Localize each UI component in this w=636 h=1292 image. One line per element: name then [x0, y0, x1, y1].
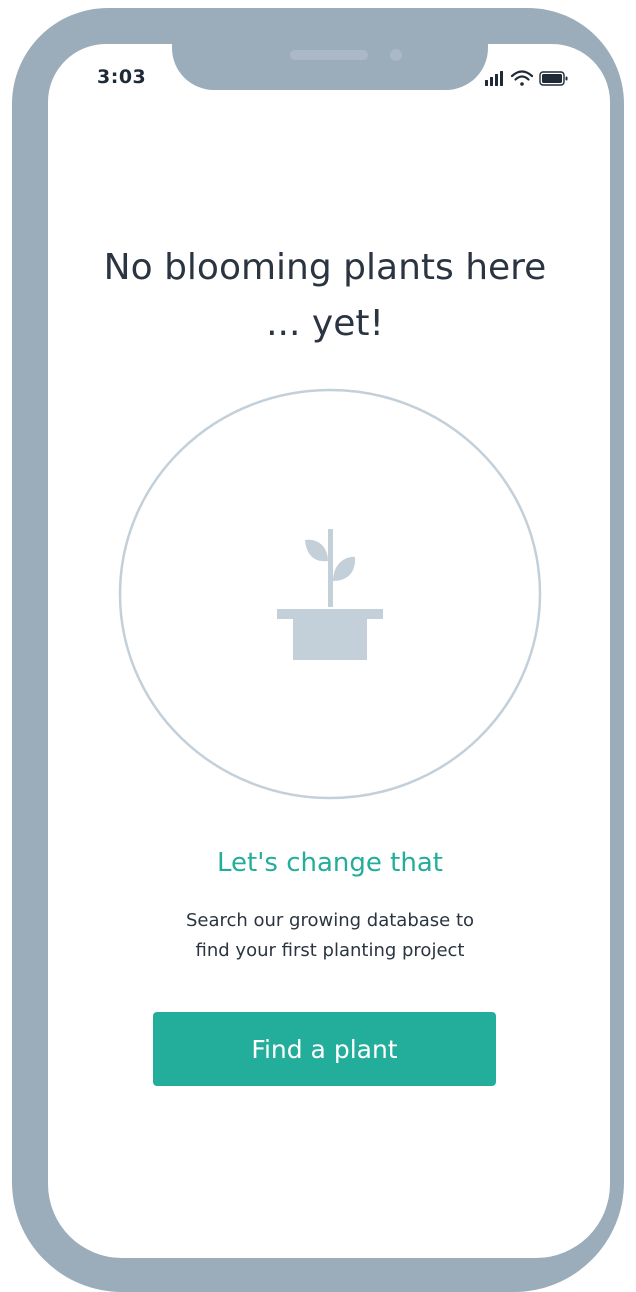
app-stage: 3:03 No blooming plants here ... yet! Le… — [0, 0, 636, 1292]
status-time: 3:03 — [97, 66, 147, 88]
empty-state-subheading: Let's change that — [217, 848, 443, 878]
battery-icon — [539, 71, 568, 86]
illustration-svg — [118, 388, 542, 800]
title-line-2: ... yet! — [266, 303, 384, 344]
find-plant-button[interactable]: Find a plant — [153, 1012, 496, 1086]
phone-notch — [172, 8, 488, 90]
description-line-1: Search our growing database to — [185, 910, 475, 931]
status-icons — [482, 68, 582, 90]
speaker-grille — [290, 50, 368, 60]
potted-seedling-icon — [277, 529, 383, 660]
signal-icon — [485, 71, 503, 86]
front-camera — [390, 49, 402, 61]
empty-state-title: No blooming plants here ... yet! — [60, 240, 590, 352]
status-icons-svg — [485, 70, 568, 86]
description-line-2: find your first planting project — [195, 940, 465, 961]
empty-state-illustration — [118, 388, 542, 800]
empty-state-description: Search our growing database to find your… — [90, 906, 570, 966]
title-line-1: No blooming plants here — [103, 247, 547, 288]
wifi-icon — [510, 70, 534, 86]
